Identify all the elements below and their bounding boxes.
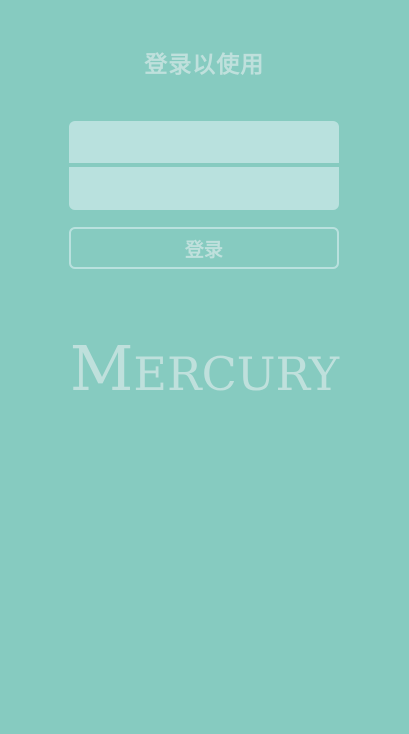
username-input[interactable]	[69, 121, 339, 163]
mercury-logo: MERCURY	[0, 338, 409, 405]
logo-rest: ERCURY	[133, 347, 340, 401]
logo-initial: M	[69, 332, 134, 405]
page-title: 登录以使用	[144, 52, 265, 78]
credential-fields	[69, 121, 339, 210]
login-button[interactable]: 登录	[69, 227, 339, 269]
login-screen: 登录以使用 登录 MERCURY	[0, 0, 409, 734]
password-input[interactable]	[69, 167, 339, 210]
